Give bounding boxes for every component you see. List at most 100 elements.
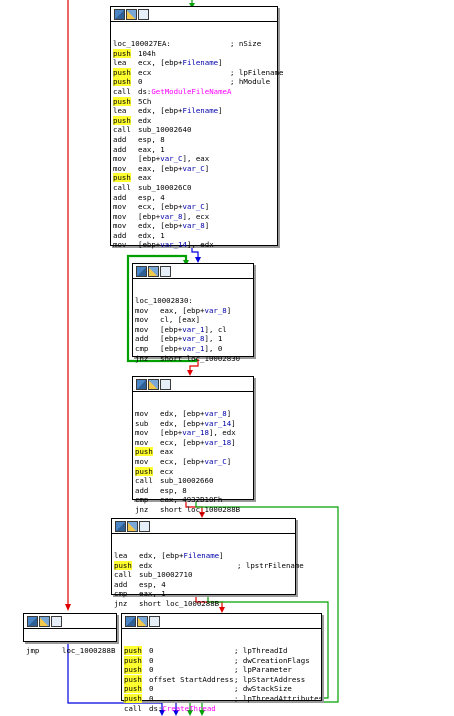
asm-line[interactable]: push 0 ; lpThreadId [124,646,321,656]
asm-operands[interactable]: ecx [160,467,173,477]
code-block-loc-100027EA[interactable]: loc_100027EA: ; nSize push 104h lea ecx, [ebp… [110,6,283,249]
asm-label[interactable]: loc_10002830: [135,296,193,306]
code-block-filename-check[interactable]: lea edx, [ebp+Filename] push edx ; lpstrFile… [111,518,304,608]
asm-operands[interactable]: offset StartAddress [149,675,234,685]
asm-operands[interactable]: edx [138,116,151,126]
asm-operands[interactable]: eax, [ebp+var_8] [160,306,231,316]
asm-line[interactable]: jnz short loc_10002830 [135,354,253,364]
asm-operands[interactable]: edx [139,561,152,571]
asm-operands[interactable]: 0 [149,665,153,675]
asm-line[interactable]: push ecx [135,466,253,477]
asm-line[interactable]: push 5Ch [113,96,277,107]
asm-line[interactable]: mov [ebp+var_8], ecx [113,212,277,222]
edit-icon[interactable] [126,9,137,20]
asm-line[interactable]: push 0 ; lpThreadAttributes [124,693,323,704]
asm-line[interactable]: mov ecx, [ebp+var_18] [135,438,253,448]
asm-line[interactable]: push edx [113,115,277,126]
asm-operands[interactable]: eax, 1 [138,145,165,155]
graph-icon[interactable] [114,9,125,20]
comment-icon[interactable] [51,616,62,627]
asm-operands[interactable]: edx, [ebp+Filename] [138,106,223,116]
asm-line[interactable]: push eax [135,447,253,457]
asm-line[interactable]: add edx, 1 [113,231,277,241]
asm-operands[interactable]: sub_10002640 [138,125,191,135]
asm-operands[interactable]: short loc_1000288B [139,599,219,609]
asm-operands[interactable]: short loc_10002830 [160,354,240,364]
asm-line[interactable]: cmp [ebp+var_1], 0 [135,344,253,354]
asm-operands[interactable]: ecx, [ebp+var_18] [160,438,236,448]
asm-operands[interactable]: ds:CreateThread [149,704,216,714]
asm-line[interactable]: loc_100027EA: ; nSize [113,39,277,49]
asm-line[interactable]: jnz short loc_1000288B [135,505,253,515]
asm-line[interactable]: jmp loc_1000288B [26,646,116,656]
asm-operands[interactable]: loc_1000288B [62,646,115,656]
asm-operands[interactable]: esp, 8 [160,486,187,496]
asm-label[interactable]: loc_100027EA: [113,39,171,49]
asm-line[interactable]: mov eax, [ebp+var_8] [135,306,253,316]
code-block-jmp[interactable]: jmp loc_1000288B [23,613,117,655]
asm-line[interactable]: push offset StartAddress; lpStartAddress [124,674,321,685]
asm-operands[interactable]: [ebp+var_18], edx [160,428,236,438]
asm-line[interactable]: mov ecx, [ebp+var_C] [113,202,277,212]
asm-operands[interactable]: edx, [ebp+var_14] [160,419,236,429]
asm-operands[interactable]: sub_100026C0 [138,183,191,193]
asm-operands[interactable]: esp, 4 [139,580,166,590]
asm-operands[interactable]: 0 [149,684,153,694]
asm-operands[interactable]: [ebp+var_1], cl [160,325,227,335]
asm-operands[interactable]: 0 [149,656,153,666]
edit-icon[interactable] [137,616,148,627]
asm-line[interactable]: lea edx, [ebp+Filename] [113,106,277,116]
asm-operands[interactable]: edx, 1 [138,231,165,241]
asm-line[interactable]: cmp eax, 4932B10Fh [135,495,253,505]
asm-operands[interactable]: 5Ch [138,97,151,107]
code-block-hash-check[interactable]: mov edx, [ebp+var_8] sub edx, [ebp+var_14] m… [132,376,254,514]
asm-line[interactable]: push 0 ; lpParameter [124,665,321,675]
edit-icon[interactable] [127,521,138,532]
asm-line[interactable]: mov [ebp+var_14], edx [113,240,277,250]
asm-operands[interactable]: [ebp+var_14], edx [138,240,214,250]
asm-operands[interactable]: sub_10002710 [139,570,192,580]
asm-line[interactable]: add [ebp+var_8], 1 [135,334,253,344]
asm-operands[interactable]: 0 [149,694,153,704]
asm-line[interactable]: mov eax, [ebp+var_C] [113,164,277,174]
graph-icon[interactable] [136,266,147,277]
asm-line[interactable]: call sub_10002640 [113,125,277,135]
asm-line[interactable]: add esp, 4 [113,193,277,203]
asm-line[interactable]: push 0 ; dwCreationFlags [124,655,321,666]
asm-line[interactable]: mov [ebp+var_C], eax [113,154,277,164]
asm-line[interactable]: mov cl, [eax] [135,315,253,325]
asm-operands[interactable]: esp, 4 [138,193,165,203]
asm-operands[interactable]: short loc_1000288B [160,505,240,515]
comment-icon[interactable] [149,616,160,627]
comment-icon[interactable] [138,9,149,20]
asm-operands[interactable]: edx, [ebp+var_8] [160,409,231,419]
asm-line[interactable]: mov [ebp+var_1], cl [135,325,253,335]
asm-operands[interactable]: ecx, [ebp+var_C] [138,202,209,212]
edit-icon[interactable] [148,266,159,277]
asm-line[interactable]: mov edx, [ebp+var_8] [135,409,253,419]
asm-operands[interactable]: eax, [ebp+var_C] [138,164,209,174]
asm-line[interactable]: push edx ; lpstrFilename [114,560,304,571]
asm-operands[interactable]: eax [138,173,151,183]
edit-icon[interactable] [39,616,50,627]
asm-line[interactable]: push ecx ; lpFilename [113,67,283,78]
asm-line[interactable]: push 104h [113,48,277,59]
comment-icon[interactable] [160,266,171,277]
code-block-create-thread[interactable]: push 0; lpThreadId push 0; dwCreationFlags p… [121,613,323,713]
asm-line[interactable]: call ds:CreateThread [124,704,321,714]
asm-line[interactable]: add eax, 1 [113,145,277,155]
asm-operands[interactable]: sub_10002660 [160,476,213,486]
graph-icon[interactable] [27,616,38,627]
asm-line[interactable]: push 0 ; hModule [113,77,277,87]
asm-line[interactable]: lea ecx, [ebp+Filename] [113,58,277,68]
graph-icon[interactable] [136,379,147,390]
asm-operands[interactable]: 104h [138,49,156,59]
asm-operands[interactable]: cl, [eax] [160,315,200,325]
asm-line[interactable]: loc_10002830: [135,296,253,306]
asm-line[interactable]: call sub_10002660 [135,476,253,486]
asm-line[interactable]: jnz short loc_1000288B [114,599,295,609]
asm-operands[interactable]: eax, 1 [139,589,166,599]
asm-line[interactable]: mov ecx, [ebp+var_C] [135,457,253,467]
asm-line[interactable]: cmp eax, 1 [114,589,295,599]
asm-operands[interactable]: [ebp+var_1], 0 [160,344,222,354]
